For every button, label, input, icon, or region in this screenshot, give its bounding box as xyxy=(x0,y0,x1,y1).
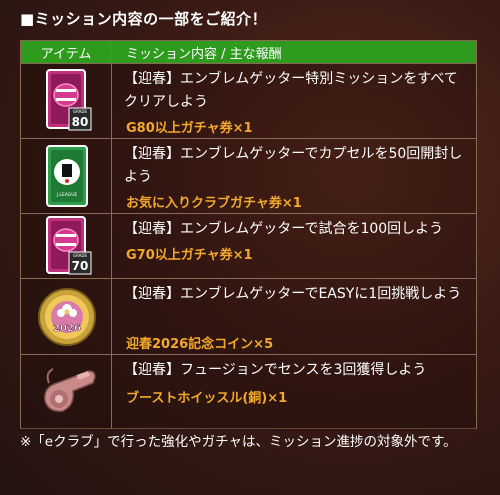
table-row: 【迎春】フュージョンでセンスを3回獲得しよう ブーストホイッスル(銅)×1 xyxy=(21,355,476,429)
whistle-icon xyxy=(44,368,96,413)
footnote: ※「eクラブ」で行った強化やガチャは、ミッション進捗の対象外です。 xyxy=(20,434,457,450)
item-cell: 2026 xyxy=(21,279,112,354)
reward-text: G80以上ガチャ券×1 xyxy=(126,121,253,136)
svg-text:J.LEAGUE: J.LEAGUE xyxy=(56,192,78,198)
mission-text: 【迎春】エンブレムゲッターで試合を100回しよう xyxy=(124,221,444,237)
mission-text: 【迎春】エンブレムゲッターでカプセルを50回開封しよう xyxy=(124,146,463,185)
mission-text: 【迎春】エンブレムゲッター特別ミッションをすべてクリアしよう xyxy=(124,71,458,110)
mission-text: 【迎春】フュージョンでセンスを3回獲得しよう xyxy=(124,362,427,378)
mission-cell: 【迎春】エンブレムゲッターでカプセルを50回開封しよう お気に入りクラブガチャ券… xyxy=(112,139,476,213)
mission-cell: 【迎春】エンブレムゲッターで試合を100回しよう G70以上ガチャ券×1 xyxy=(112,214,476,278)
svg-text:80: 80 xyxy=(72,115,89,129)
reward-text: 迎春2026記念コイン×5 xyxy=(126,337,274,352)
table-row: 2026 【迎春】エンブレムゲッターでEASYに1回挑戦しよう 迎春2026記念… xyxy=(21,279,476,355)
svg-text:GRADE: GRADE xyxy=(73,253,88,258)
reward-text: ブーストホイッスル(銅)×1 xyxy=(126,391,288,406)
ticket-green-jleague-icon: J.LEAGUE xyxy=(46,145,88,207)
section-heading: ■ミッション内容の一部をご紹介！ xyxy=(20,10,268,28)
table-header: アイテム ミッション内容 / 主な報酬 xyxy=(21,41,476,64)
coin-2026-icon: 2026 xyxy=(38,288,96,346)
table-row: GRADE 80 【迎春】エンブレムゲッター特別ミッションをすべてクリアしよう … xyxy=(21,64,476,139)
reward-text: お気に入りクラブガチャ券×1 xyxy=(126,196,302,211)
table-row: GRADE 70 【迎春】エンブレムゲッターで試合を100回しよう G70以上ガ… xyxy=(21,214,476,279)
svg-text:2026: 2026 xyxy=(53,323,81,334)
mission-cell: 【迎春】エンブレムゲッターでEASYに1回挑戦しよう 迎春2026記念コイン×5 xyxy=(112,279,476,354)
mission-cell: 【迎春】フュージョンでセンスを3回獲得しよう ブーストホイッスル(銅)×1 xyxy=(112,355,476,429)
ticket-pink-70-icon: GRADE 70 xyxy=(46,216,92,275)
column-header-item: アイテム xyxy=(21,41,112,63)
svg-text:70: 70 xyxy=(72,259,89,273)
column-header-mission: ミッション内容 / 主な報酬 xyxy=(126,46,282,62)
reward-text: G70以上ガチャ券×1 xyxy=(126,248,253,263)
table-row: J.LEAGUE 【迎春】エンブレムゲッターでカプセルを50回開封しよう お気に… xyxy=(21,139,476,214)
svg-text:GRADE: GRADE xyxy=(73,109,88,114)
item-cell: J.LEAGUE xyxy=(21,139,112,213)
mission-text: 【迎春】エンブレムゲッターでEASYに1回挑戦しよう xyxy=(124,286,462,302)
item-cell: GRADE 70 xyxy=(21,214,112,278)
mission-cell: 【迎春】エンブレムゲッター特別ミッションをすべてクリアしよう G80以上ガチャ券… xyxy=(112,64,476,138)
ticket-pink-80-icon: GRADE 80 xyxy=(46,69,92,131)
item-cell: GRADE 80 xyxy=(21,64,112,138)
item-cell xyxy=(21,355,112,429)
mission-table: アイテム ミッション内容 / 主な報酬 GRADE 80 【迎春】エンブレムゲッ… xyxy=(20,40,477,429)
